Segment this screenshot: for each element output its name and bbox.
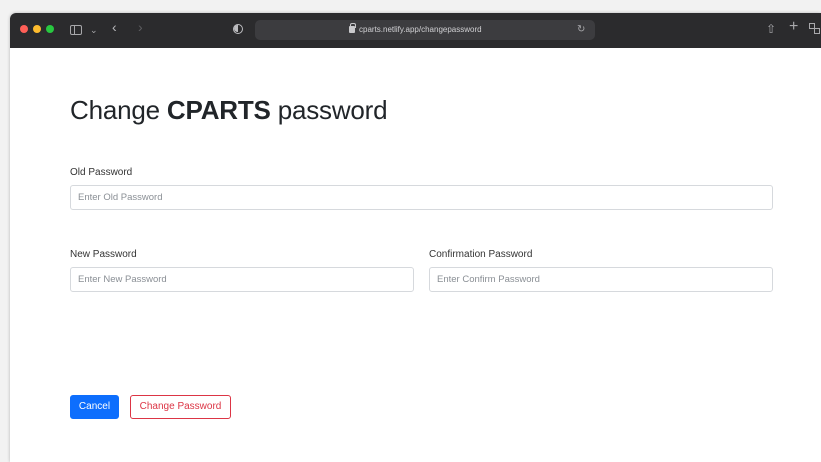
share-icon[interactable]: ⇧ (766, 21, 776, 37)
old-password-input[interactable] (70, 185, 773, 210)
change-password-button[interactable]: Change Password (130, 395, 231, 419)
sidebar-icon[interactable] (70, 25, 82, 35)
page-title: Change CPARTS password (70, 95, 388, 126)
url-text[interactable]: cparts.netlify.app/changepassword (359, 23, 482, 37)
back-icon[interactable]: ‹ (112, 19, 117, 35)
close-window-button[interactable] (20, 25, 28, 33)
browser-toolbar: ⌄ ‹ › cparts.netlify.app/changepassword … (10, 13, 821, 48)
forward-icon[interactable]: › (138, 19, 143, 35)
confirm-password-input[interactable] (429, 267, 773, 292)
new-tab-icon[interactable]: + (789, 19, 798, 35)
confirm-password-label: Confirmation Password (429, 249, 533, 260)
page-title-suffix: password (270, 95, 388, 125)
tab-overview-icon[interactable] (809, 23, 820, 34)
chevron-down-icon[interactable]: ⌄ (90, 22, 98, 38)
privacy-shield-icon[interactable] (233, 24, 243, 34)
zoom-window-button[interactable] (46, 25, 54, 33)
old-password-label: Old Password (70, 167, 133, 178)
cancel-button[interactable]: Cancel (70, 395, 119, 419)
page-title-brand: CPARTS (166, 95, 271, 125)
address-bar[interactable]: cparts.netlify.app/changepassword ↻ (255, 20, 595, 40)
new-password-label: New Password (70, 249, 137, 260)
page-content: Change CPARTS password Old Password New … (10, 48, 821, 462)
new-password-input[interactable] (70, 267, 414, 292)
browser-window: ⌄ ‹ › cparts.netlify.app/changepassword … (10, 13, 821, 462)
minimize-window-button[interactable] (33, 25, 41, 33)
page-title-prefix: Change (70, 95, 167, 125)
lock-icon (349, 23, 356, 33)
reload-icon[interactable]: ↻ (577, 23, 585, 37)
